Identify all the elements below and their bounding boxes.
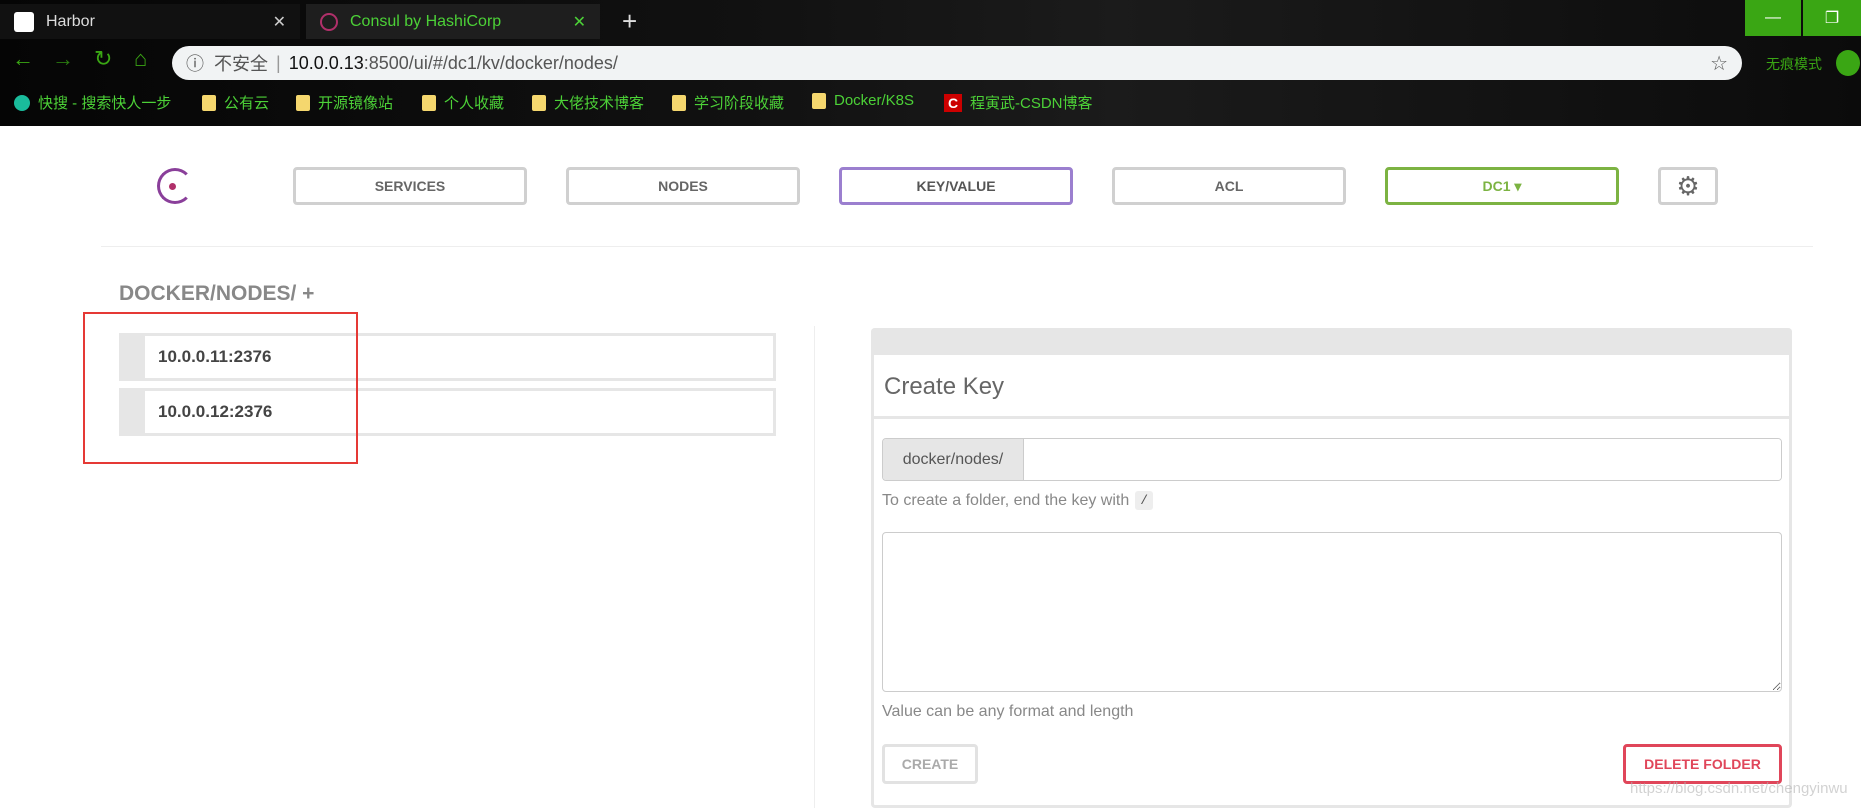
- value-textarea[interactable]: [882, 532, 1782, 692]
- divider: [874, 416, 1789, 419]
- bookmark[interactable]: Docker/K8S: [812, 92, 914, 109]
- key-help: To create a folder, end the key with /: [882, 491, 1154, 510]
- close-tab-icon[interactable]: ✕: [573, 12, 586, 32]
- kuaisou-icon: [14, 94, 30, 111]
- create-key-panel: Create Key docker/nodes/ To create a fol…: [871, 328, 1792, 808]
- new-tab-button[interactable]: +: [622, 6, 637, 37]
- nav-services[interactable]: SERVICES: [293, 167, 527, 205]
- datacenter-dropdown[interactable]: DC1 ▾: [1385, 167, 1619, 205]
- folder-icon: [422, 94, 436, 111]
- restore-button[interactable]: ❐: [1803, 0, 1861, 36]
- key-prefix: docker/nodes/: [883, 439, 1024, 480]
- consul-logo[interactable]: [157, 168, 193, 204]
- star-icon[interactable]: ☆: [1710, 51, 1728, 76]
- browser-chrome: Harbor ✕ Consul by HashiCorp ✕ + — ❐ ← →…: [0, 0, 1861, 126]
- create-button[interactable]: CREATE: [882, 744, 978, 784]
- minimize-button[interactable]: —: [1745, 0, 1801, 36]
- folder-icon: [672, 94, 686, 111]
- tab-consul[interactable]: Consul by HashiCorp ✕: [306, 4, 600, 39]
- slash-code: /: [1135, 491, 1154, 510]
- nav-acl[interactable]: ACL: [1112, 167, 1346, 205]
- bookmark[interactable]: 开源镜像站: [296, 92, 393, 113]
- column-divider: [814, 326, 815, 808]
- page-title: DOCKER/NODES/ +: [119, 282, 315, 305]
- bookmark[interactable]: 快搜 - 搜索快人一步: [14, 92, 171, 113]
- address-bar[interactable]: ⓘ 不安全 | 10.0.0.13 :8500/ui/#/dc1/kv/dock…: [172, 46, 1742, 80]
- panel-title: Create Key: [884, 373, 1005, 400]
- nav-key-value[interactable]: KEY/VALUE: [839, 167, 1073, 205]
- back-icon[interactable]: ←: [12, 46, 34, 72]
- bookmark[interactable]: 学习阶段收藏: [672, 92, 784, 113]
- reload-icon[interactable]: ↻: [94, 46, 112, 72]
- annotation-box: [83, 312, 358, 464]
- value-help: Value can be any format and length: [882, 703, 1134, 720]
- key-input[interactable]: [1024, 439, 1781, 480]
- harbor-icon: [14, 11, 34, 32]
- incognito-label: 无痕模式: [1766, 56, 1822, 72]
- home-icon[interactable]: ⌂: [134, 46, 147, 72]
- nav-nodes[interactable]: NODES: [566, 167, 800, 205]
- close-tab-icon[interactable]: ✕: [273, 12, 286, 32]
- info-icon: ⓘ: [186, 54, 204, 74]
- gear-icon: ⚙: [1676, 170, 1700, 201]
- forward-icon[interactable]: →: [52, 46, 74, 72]
- folder-icon: [812, 92, 826, 109]
- divider: [101, 246, 1813, 247]
- panel-header: [871, 328, 1792, 355]
- bookmark[interactable]: 公有云: [202, 92, 269, 113]
- watermark: https://blog.csdn.net/chengyinwu: [1630, 780, 1848, 797]
- delete-folder-button[interactable]: DELETE FOLDER: [1623, 744, 1782, 784]
- bookmark[interactable]: C 程寅武-CSDN博客: [944, 92, 1093, 113]
- bookmark[interactable]: 个人收藏: [422, 92, 504, 113]
- csdn-icon: C: [944, 93, 962, 112]
- bookmark[interactable]: 大佬技术博客: [532, 92, 644, 113]
- folder-icon: [202, 94, 216, 111]
- incognito-icon[interactable]: [1836, 50, 1860, 76]
- folder-icon: [532, 94, 546, 111]
- tab-harbor[interactable]: Harbor ✕: [0, 4, 300, 39]
- key-input-group: docker/nodes/: [882, 438, 1782, 481]
- folder-icon: [296, 94, 310, 111]
- consul-icon: [320, 12, 338, 31]
- settings-button[interactable]: ⚙: [1658, 167, 1718, 205]
